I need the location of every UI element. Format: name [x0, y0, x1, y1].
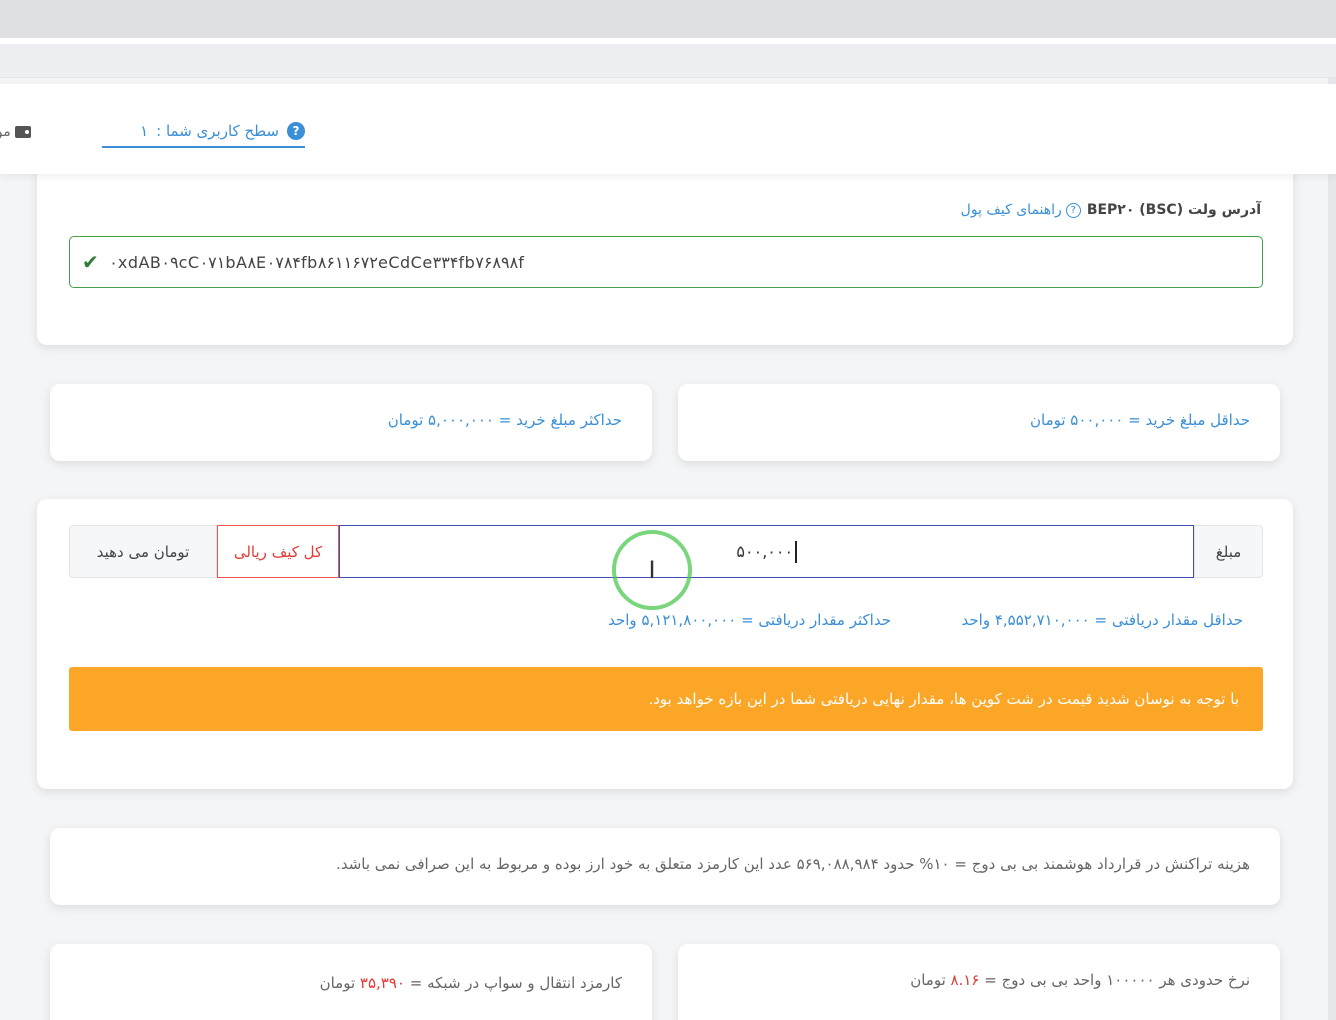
max-purchase-text: حداکثر مبلغ خرید = ۵,۰۰۰,۰۰۰ تومان [387, 411, 622, 429]
wallet-address-label: آدرس ولت BEP۲۰ (BSC) [1086, 202, 1261, 218]
wallet-address-card: آدرس ولت BEP۲۰ (BSC) ? راهنمای کیف پول ✔… [37, 150, 1293, 345]
site-header: ? سطح کاربری شما : ۱ مو [0, 84, 1336, 174]
wallet-menu-link[interactable]: مو [0, 120, 31, 144]
user-level-link[interactable]: ? سطح کاربری شما : ۱ [102, 116, 305, 148]
transfer-fee-text: کارمزد انتقال و سواپ در شبکه = ۳۵,۳۹۰ تو… [320, 974, 622, 992]
scrollbar-track[interactable] [1328, 78, 1336, 1020]
amount-card: تومان می دهید کل کیف ریالی ۵۰۰,۰۰۰ مبلغ … [37, 499, 1293, 789]
amount-suffix: تومان می دهید [69, 525, 217, 578]
wallet-address-input[interactable]: ✔ ۰xdAB۰۹cC۰۷۱bA۸E۰۷۸۴fb۸۶۱۱۶۷۲eCdCe۳۳۴f… [69, 236, 1263, 288]
help-icon: ? [287, 122, 305, 140]
max-purchase-card: حداکثر مبلغ خرید = ۵,۰۰۰,۰۰۰ تومان [50, 384, 652, 461]
rate-text: نرخ حدودی هر ۱۰۰۰۰۰ واحد بی بی دوج = ۸.۱… [910, 971, 1250, 989]
transfer-fee-unit: تومان [319, 974, 356, 992]
text-caret [795, 540, 797, 563]
mouse-cursor-highlight: Ι [612, 530, 692, 610]
wallet-icon [14, 126, 31, 138]
check-icon: ✔ [82, 250, 100, 274]
use-all-wallet-button[interactable]: کل کیف ریالی [217, 525, 339, 578]
rate-card: نرخ حدودی هر ۱۰۰۰۰۰ واحد بی بی دوج = ۸.۱… [678, 944, 1280, 1020]
rate-prefix: نرخ حدودی هر ۱۰۰۰۰۰ واحد بی بی دوج = [984, 971, 1250, 989]
rate-value: ۸.۱۶ [950, 971, 980, 989]
transfer-fee-prefix: کارمزد انتقال و سواپ در شبکه = [409, 974, 622, 992]
wallet-guide-link[interactable]: ? راهنمای کیف پول [961, 202, 1081, 218]
amount-input[interactable]: ۵۰۰,۰۰۰ [339, 525, 1194, 578]
transaction-fee-text: هزینه تراکنش در قرارداد هوشمند بی بی دوج… [336, 855, 1250, 873]
min-purchase-text: حداقل مبلغ خرید = ۵۰۰,۰۰۰ تومان [1029, 411, 1250, 429]
amount-value: ۵۰۰,۰۰۰ [736, 542, 794, 561]
min-receive-text: حداقل مقدار دریافتی = ۴,۵۵۲,۷۱۰,۰۰۰ واحد [961, 611, 1243, 629]
user-level-value: ۱ [140, 122, 149, 140]
browser-bookmarks-bar [0, 44, 1336, 78]
volatility-warning-text: با توجه به نوسان شدید قیمت در شت کوین ها… [648, 690, 1239, 708]
wallet-address-value: ۰xdAB۰۹cC۰۷۱bA۸E۰۷۸۴fb۸۶۱۱۶۷۲eCdCe۳۳۴fb۷… [109, 252, 525, 272]
text-cursor-icon: Ι [648, 556, 656, 584]
transaction-fee-card: هزینه تراکنش در قرارداد هوشمند بی بی دوج… [50, 828, 1280, 905]
browser-tab-strip [0, 0, 1336, 38]
amount-input-group: تومان می دهید کل کیف ریالی ۵۰۰,۰۰۰ مبلغ … [69, 525, 1263, 610]
wallet-menu-label: مو [0, 124, 11, 140]
transfer-fee-value: ۳۵,۳۹۰ [359, 974, 405, 992]
rate-unit: تومان [910, 971, 946, 989]
max-receive-text: حداکثر مقدار دریافتی = ۵,۱۲۱,۸۰۰,۰۰۰ واح… [608, 611, 891, 629]
volatility-warning: با توجه به نوسان شدید قیمت در شت کوین ها… [69, 667, 1263, 731]
wallet-address-label-row: آدرس ولت BEP۲۰ (BSC) ? راهنمای کیف پول [961, 202, 1261, 218]
min-purchase-card: حداقل مبلغ خرید = ۵۰۰,۰۰۰ تومان [678, 384, 1280, 461]
question-icon: ? [1065, 202, 1081, 218]
amount-prefix: مبلغ [1194, 525, 1263, 578]
transfer-fee-card: کارمزد انتقال و سواپ در شبکه = ۳۵,۳۹۰ تو… [50, 944, 652, 1020]
user-level-label: سطح کاربری شما : [156, 122, 279, 140]
wallet-guide-label: راهنمای کیف پول [960, 202, 1062, 218]
